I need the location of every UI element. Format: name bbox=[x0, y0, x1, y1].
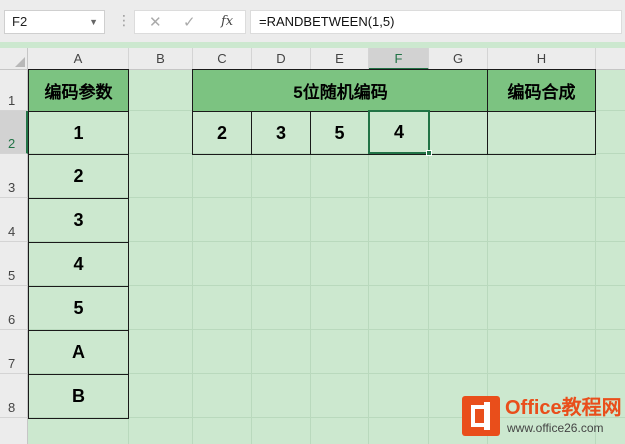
row-number: 1 bbox=[8, 93, 16, 108]
row-number: 2 bbox=[8, 136, 16, 151]
row-number: 5 bbox=[8, 268, 16, 283]
cell-h1[interactable]: 编码合成 bbox=[487, 69, 596, 112]
more-options-icon: ⋮ bbox=[117, 12, 132, 28]
chevron-down-icon[interactable]: ▼ bbox=[89, 11, 98, 33]
formula-input[interactable]: =RANDBETWEEN(1,5) bbox=[250, 10, 622, 34]
insert-function-icon[interactable]: fx bbox=[221, 14, 233, 29]
cell-d2[interactable]: 3 bbox=[251, 111, 311, 155]
column-header-b[interactable]: B bbox=[129, 48, 193, 70]
select-all-icon bbox=[15, 57, 25, 67]
name-box-value: F2 bbox=[12, 14, 28, 29]
column-header-c[interactable]: C bbox=[193, 48, 252, 70]
row-header-8[interactable]: 8 bbox=[0, 374, 28, 418]
column-header-f[interactable]: F bbox=[369, 48, 429, 70]
formula-bar: F2 ▼ ⋮ ✕ ✓ fx =RANDBETWEEN(1,5) bbox=[0, 0, 625, 42]
cell-a6[interactable]: 5 bbox=[28, 286, 129, 331]
formula-buttons: ✕ ✓ fx bbox=[134, 10, 246, 34]
cell-g2[interactable] bbox=[428, 111, 488, 155]
column-header-g[interactable]: G bbox=[429, 48, 488, 70]
row-header-6[interactable]: 6 bbox=[0, 286, 28, 330]
row-header-next[interactable] bbox=[0, 418, 28, 444]
cell-a1[interactable]: 编码参数 bbox=[28, 69, 129, 112]
row-number: 4 bbox=[8, 224, 16, 239]
select-all-button[interactable] bbox=[0, 48, 28, 70]
cell-a4[interactable]: 3 bbox=[28, 198, 129, 243]
row-header-5[interactable]: 5 bbox=[0, 242, 28, 286]
enter-icon[interactable]: ✓ bbox=[183, 14, 196, 32]
cancel-icon[interactable]: ✕ bbox=[149, 14, 162, 32]
row-header-4[interactable]: 4 bbox=[0, 198, 28, 242]
column-header-h[interactable]: H bbox=[488, 48, 596, 70]
row-header-2[interactable]: 2 bbox=[0, 111, 28, 154]
cell-a5[interactable]: 4 bbox=[28, 242, 129, 287]
cell-a3[interactable]: 2 bbox=[28, 154, 129, 199]
office-logo-icon bbox=[462, 396, 500, 436]
cell-a7[interactable]: A bbox=[28, 330, 129, 375]
cell-c2[interactable]: 2 bbox=[192, 111, 252, 155]
row-number: 6 bbox=[8, 312, 16, 327]
column-header-next[interactable] bbox=[596, 48, 625, 70]
cell-h2[interactable] bbox=[487, 111, 596, 155]
column-header-a[interactable]: A bbox=[28, 48, 129, 70]
column-header-d[interactable]: D bbox=[252, 48, 311, 70]
column-header-e[interactable]: E bbox=[311, 48, 369, 70]
row-number: 3 bbox=[8, 180, 16, 195]
cell-e2[interactable]: 5 bbox=[310, 111, 369, 155]
cell-a8[interactable]: B bbox=[28, 374, 129, 419]
watermark-url: www.office26.com bbox=[507, 421, 604, 435]
row-header-7[interactable]: 7 bbox=[0, 330, 28, 374]
cell-c1-merged[interactable]: 5位随机编码 bbox=[192, 69, 489, 112]
name-box[interactable]: F2 ▼ bbox=[4, 10, 105, 34]
watermark-brand: Office教程网 bbox=[505, 397, 622, 419]
row-header-1[interactable]: 1 bbox=[0, 70, 28, 111]
fill-handle[interactable] bbox=[426, 150, 432, 156]
cell-f2[interactable]: 4 bbox=[368, 110, 430, 154]
cell-a2[interactable]: 1 bbox=[28, 111, 129, 155]
row-number: 8 bbox=[8, 400, 16, 415]
row-number: 7 bbox=[8, 356, 16, 371]
row-header-3[interactable]: 3 bbox=[0, 154, 28, 198]
